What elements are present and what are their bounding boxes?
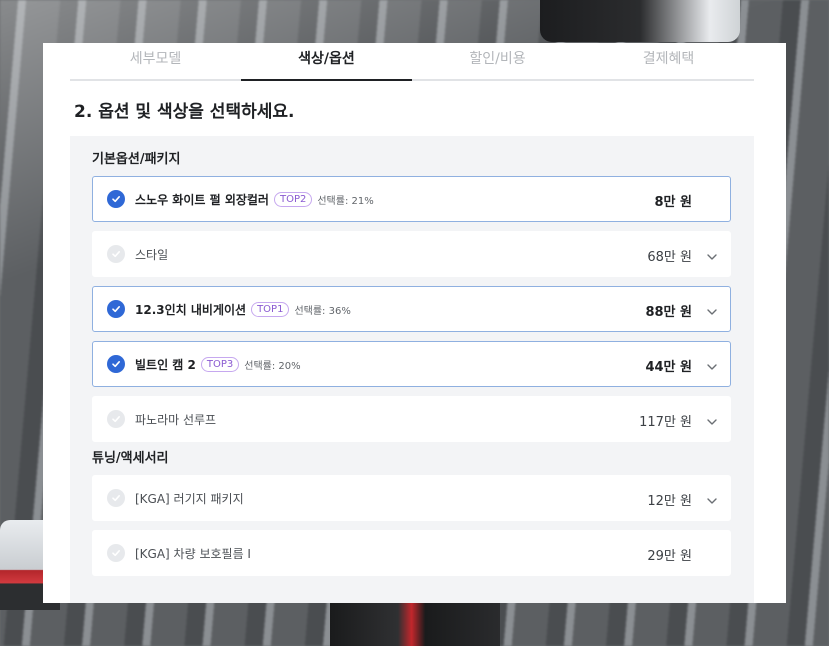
selection-rate: 선택률: 36% — [294, 305, 351, 317]
option-name: 12.3인치 내비게이션 — [135, 302, 247, 317]
option-price: 8만 원 — [654, 195, 693, 210]
option-price: 117만 원 — [639, 415, 692, 430]
rank-badge: TOP3 — [200, 356, 240, 372]
option-row[interactable]: [KGA] 차량 보호필름 I 29만 원 — [92, 530, 731, 576]
check-icon[interactable] — [107, 190, 125, 208]
option-name: 스노우 화이트 펄 외장컬러 — [135, 192, 269, 207]
check-icon[interactable] — [107, 245, 125, 263]
option-name: 파노라마 선루프 — [135, 412, 217, 427]
step-tabs: 세부모델 색상/옵션 할인/비용 결제혜택 — [70, 43, 754, 81]
option-name: 빌트인 캠 2 — [135, 357, 196, 372]
option-price: 88만 원 — [645, 305, 692, 320]
rank-badge: TOP2 — [273, 191, 313, 207]
check-icon[interactable] — [107, 410, 125, 428]
check-icon[interactable] — [107, 544, 125, 562]
option-row[interactable]: [KGA] 러기지 패키지 12만 원 — [92, 475, 731, 521]
tab-detail-model[interactable]: 세부모델 — [70, 43, 241, 79]
options-list: 기본옵션/패키지스노우 화이트 펄 외장컬러 TOP2 선택률: 21% 8만 원스타… — [70, 136, 754, 603]
selection-rate: 선택률: 20% — [244, 360, 301, 372]
tab-payment-benefits[interactable]: 결제혜택 — [583, 43, 754, 79]
group-title: 기본옵션/패키지 — [92, 152, 181, 167]
group-title: 튜닝/액세서리 — [92, 451, 169, 466]
chevron-down-icon[interactable] — [706, 358, 718, 370]
option-row[interactable]: 스노우 화이트 펄 외장컬러 TOP2 선택률: 21% 8만 원 — [92, 176, 731, 222]
option-row[interactable]: 12.3인치 내비게이션 TOP1 선택률: 36% 88만 원 — [92, 286, 731, 332]
option-name: [KGA] 차량 보호필름 I — [135, 546, 251, 561]
check-icon[interactable] — [107, 355, 125, 373]
chevron-down-icon[interactable] — [706, 413, 718, 425]
selection-rate: 선택률: 21% — [317, 195, 374, 207]
chevron-down-icon[interactable] — [706, 303, 718, 315]
check-icon[interactable] — [107, 489, 125, 507]
section-title: 2. 옵션 및 색상을 선택하세요. — [74, 102, 295, 122]
option-price: 29만 원 — [647, 549, 692, 564]
check-icon[interactable] — [107, 300, 125, 318]
tab-discount-cost[interactable]: 할인/비용 — [412, 43, 583, 79]
chevron-down-icon[interactable] — [706, 492, 718, 504]
chevron-down-icon[interactable] — [706, 248, 718, 260]
option-price: 44만 원 — [645, 360, 692, 375]
background-car-bottom — [330, 600, 500, 646]
option-row[interactable]: 파노라마 선루프 117만 원 — [92, 396, 731, 442]
background-car-top — [540, 0, 740, 42]
option-row[interactable]: 빌트인 캠 2 TOP3 선택률: 20% 44만 원 — [92, 341, 731, 387]
option-row[interactable]: 스타일 68만 원 — [92, 231, 731, 277]
option-name: 스타일 — [135, 247, 169, 262]
option-name: [KGA] 러기지 패키지 — [135, 491, 244, 506]
options-panel: 세부모델 색상/옵션 할인/비용 결제혜택 2. 옵션 및 색상을 선택하세요.… — [43, 43, 786, 603]
option-price: 12만 원 — [647, 494, 692, 509]
rank-badge: TOP1 — [251, 301, 290, 317]
tab-color-options[interactable]: 색상/옵션 — [241, 43, 412, 81]
option-price: 68만 원 — [647, 250, 692, 265]
